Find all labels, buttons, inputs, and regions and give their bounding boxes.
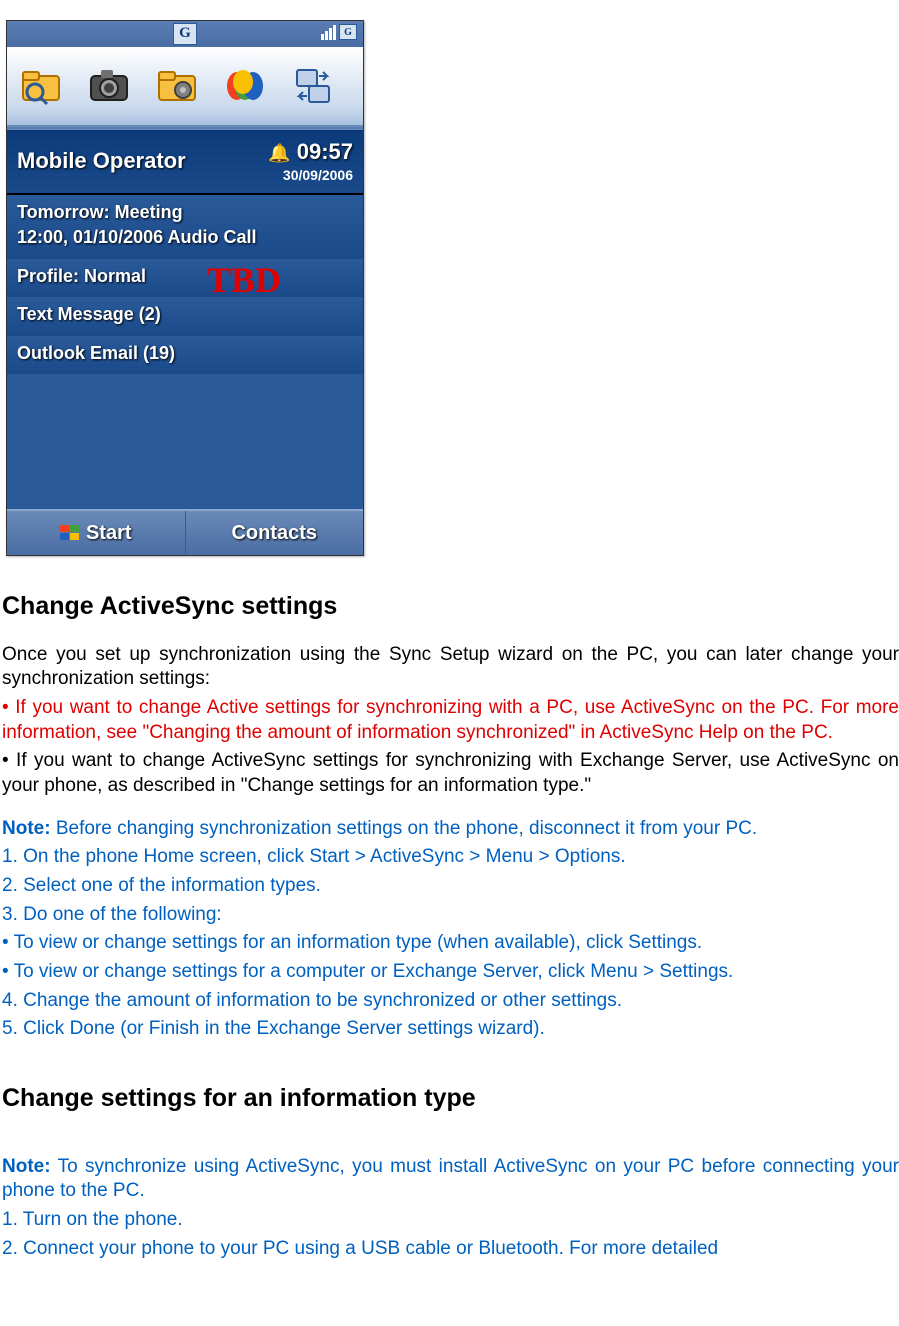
outlook-label: Outlook Email (19): [17, 343, 175, 363]
tbd-overlay: TBD: [207, 257, 281, 304]
s2-step-1: 1. Turn on the phone.: [2, 1208, 899, 1233]
step-5: 5. Click Done (or Finish in the Exchange…: [2, 1017, 899, 1042]
start-label: Start: [86, 520, 132, 546]
file-explorer-icon[interactable]: [7, 62, 75, 110]
outlook-item[interactable]: Outlook Email (19): [7, 336, 363, 374]
note-2-text: To synchronize using ActiveSync, you mus…: [2, 1156, 899, 1202]
bell-icon: 🔔: [268, 143, 290, 163]
softkey-bar: Start Contacts: [7, 509, 363, 555]
date-label: 30/09/2006: [268, 166, 353, 184]
windows-flag-icon: [60, 525, 80, 541]
bullet-1: • If you want to change Active settings …: [2, 696, 899, 745]
section-2-body: Note: To synchronize using ActiveSync, y…: [2, 1155, 899, 1262]
section-heading-1: Change ActiveSync settings: [2, 590, 899, 623]
contacts-label: Contacts: [231, 520, 317, 546]
intro-text: Once you set up synchronization using th…: [2, 643, 899, 692]
signal-icon: G: [321, 24, 357, 40]
profile-item[interactable]: Profile: Normal TBD: [7, 259, 363, 297]
calendar-item[interactable]: Tomorrow: Meeting 12:00, 01/10/2006 Audi…: [7, 195, 363, 259]
start-button[interactable]: Start: [7, 511, 186, 555]
phone-screenshot: G G Mobile Operator: [6, 20, 364, 556]
note-2-label: Note:: [2, 1156, 51, 1177]
step-3a: • To view or change settings for an info…: [2, 931, 899, 956]
step-4: 4. Change the amount of information to b…: [2, 989, 899, 1014]
section-heading-2: Change settings for an information type: [2, 1082, 899, 1115]
gprs-icon: G: [173, 23, 197, 45]
note-2: Note: To synchronize using ActiveSync, y…: [2, 1155, 899, 1204]
bullet-2: • If you want to change ActiveSync setti…: [2, 749, 899, 798]
status-bar: G G: [7, 21, 363, 47]
step-3b: • To view or change settings for a compu…: [2, 960, 899, 985]
profile-label: Profile: Normal: [17, 266, 146, 286]
text-message-label: Text Message (2): [17, 304, 161, 324]
section-1-body: Once you set up synchronization using th…: [2, 643, 899, 1043]
step-3: 3. Do one of the following:: [2, 903, 899, 928]
msn-icon[interactable]: [211, 62, 279, 110]
calendar-detail: 12:00, 01/10/2006 Audio Call: [17, 226, 353, 249]
note-1: Note: Before changing synchronization se…: [2, 817, 899, 842]
app-toolbar: [7, 47, 363, 127]
note-text: Before changing synchronization settings…: [51, 818, 758, 839]
step-1: 1. On the phone Home screen, click Start…: [2, 845, 899, 870]
s2-step-2: 2. Connect your phone to your PC using a…: [2, 1237, 899, 1262]
operator-label: Mobile Operator: [17, 147, 186, 176]
settings-folder-icon[interactable]: [143, 62, 211, 110]
sync-icon[interactable]: [279, 62, 347, 110]
gprs-small-icon: G: [339, 24, 357, 40]
contacts-button[interactable]: Contacts: [186, 511, 364, 555]
time-label: 09:57: [297, 139, 353, 164]
note-label: Note:: [2, 818, 51, 839]
calendar-title: Tomorrow: Meeting: [17, 201, 353, 224]
text-message-item[interactable]: Text Message (2): [7, 297, 363, 335]
step-2: 2. Select one of the information types.: [2, 874, 899, 899]
camera-icon[interactable]: [75, 62, 143, 110]
header-bar: Mobile Operator 🔔 09:57 30/09/2006: [7, 127, 363, 195]
